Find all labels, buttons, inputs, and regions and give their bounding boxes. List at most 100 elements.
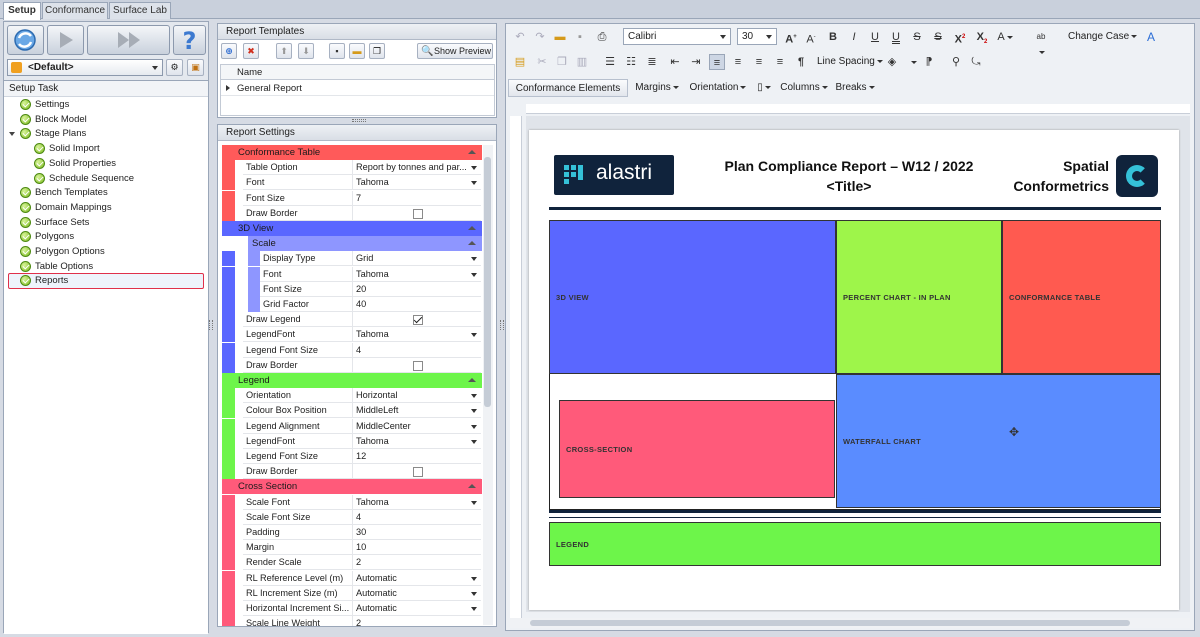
bold-icon[interactable]: B bbox=[825, 29, 841, 45]
sidebar-item-stage-plans[interactable]: Stage Plans bbox=[4, 127, 208, 141]
chevron-down-icon[interactable] bbox=[471, 394, 477, 399]
horizontal-ruler[interactable] bbox=[526, 104, 1190, 114]
layout-block-conformance[interactable]: CONFORMANCE TABLE bbox=[1002, 220, 1161, 374]
property-value[interactable]: 20 bbox=[353, 282, 481, 297]
italic-icon[interactable]: I bbox=[846, 29, 862, 45]
chevron-down-icon[interactable] bbox=[471, 607, 477, 611]
align-right-icon[interactable]: ≡ bbox=[751, 54, 767, 70]
change-case-menu[interactable]: Change Case bbox=[1068, 31, 1138, 42]
property-value[interactable]: 10 bbox=[353, 540, 481, 556]
chevron-down-icon[interactable] bbox=[471, 409, 477, 414]
font-size-select[interactable]: 30 bbox=[737, 28, 777, 45]
property-row[interactable]: Font Tahoma bbox=[222, 175, 482, 191]
tab-setup[interactable]: Setup bbox=[3, 2, 41, 20]
property-row[interactable]: Grid Factor 40 bbox=[222, 297, 482, 312]
chevron-down-icon[interactable] bbox=[471, 500, 477, 505]
superscript-icon[interactable]: X2 bbox=[952, 29, 968, 46]
layout-block-cross[interactable]: CROSS-SECTION bbox=[559, 400, 835, 498]
collapse-icon[interactable] bbox=[468, 226, 476, 230]
property-row[interactable]: Scale Font Tahoma bbox=[222, 494, 482, 510]
layout-block-percent[interactable]: PERCENT CHART - IN PLAN bbox=[836, 220, 1002, 374]
property-row[interactable]: Scale Line Weight 2 bbox=[222, 616, 482, 626]
property-row[interactable]: Scale Font Size 4 bbox=[222, 509, 482, 525]
cut-icon[interactable]: ✂ bbox=[534, 54, 550, 70]
copy-template-button[interactable]: ❐ bbox=[369, 43, 385, 59]
profile-select[interactable]: <Default> bbox=[7, 59, 163, 76]
play-button[interactable] bbox=[47, 25, 84, 55]
shading-dropdown-icon[interactable] bbox=[905, 54, 921, 70]
chevron-down-icon[interactable] bbox=[471, 439, 477, 444]
collapse-icon[interactable] bbox=[468, 378, 476, 382]
property-value[interactable]: Report by tonnes and par... bbox=[353, 160, 481, 176]
chevron-down-icon[interactable] bbox=[471, 424, 477, 429]
property-value[interactable]: 30 bbox=[353, 525, 481, 540]
move-down-button[interactable]: ⬇ bbox=[298, 43, 314, 59]
paste-icon[interactable]: ▤ bbox=[512, 54, 528, 70]
shrink-font-icon[interactable]: A- bbox=[803, 29, 819, 46]
property-row[interactable]: Draw Border bbox=[222, 205, 482, 221]
scrollbar-thumb[interactable] bbox=[530, 620, 1130, 626]
vertical-ruler[interactable] bbox=[510, 116, 522, 618]
property-row[interactable]: Display Type Grid bbox=[222, 251, 482, 267]
checkbox[interactable] bbox=[413, 208, 423, 219]
settings-button[interactable]: ⚙ bbox=[166, 59, 183, 76]
checkbox[interactable] bbox=[413, 467, 423, 478]
delete-template-button[interactable]: ✖ bbox=[243, 43, 259, 59]
fast-forward-button[interactable] bbox=[87, 25, 170, 55]
layout-block-waterfall[interactable]: WATERFALL CHART bbox=[836, 374, 1161, 508]
undo-icon[interactable]: ↶ bbox=[512, 29, 528, 45]
property-value[interactable]: Tahoma bbox=[353, 327, 481, 343]
property-value[interactable]: MiddleLeft bbox=[353, 403, 481, 419]
property-row[interactable]: LegendFont Tahoma bbox=[222, 327, 482, 343]
columns-menu[interactable]: Columns bbox=[778, 79, 830, 97]
subcategory-scale[interactable]: Scale bbox=[248, 236, 482, 252]
property-value[interactable]: Tahoma bbox=[353, 434, 481, 449]
align-left-icon[interactable]: ≡ bbox=[709, 54, 725, 70]
table-row[interactable]: General Report bbox=[221, 81, 494, 96]
collapse-icon[interactable] bbox=[468, 241, 476, 246]
grow-font-icon[interactable]: A+ bbox=[783, 29, 799, 46]
sidebar-item-domain-mappings[interactable]: Domain Mappings bbox=[4, 201, 208, 215]
open-icon[interactable]: ▬ bbox=[552, 29, 568, 45]
multilevel-list-icon[interactable]: ≣ bbox=[644, 54, 660, 70]
property-value[interactable]: Horizontal bbox=[353, 388, 481, 404]
property-row[interactable]: Font Size 20 bbox=[222, 281, 482, 297]
copy-icon[interactable]: ❐ bbox=[554, 54, 570, 70]
property-value[interactable]: MiddleCenter bbox=[353, 419, 481, 434]
breaks-menu[interactable]: Breaks bbox=[834, 79, 876, 97]
subscript-icon[interactable]: X2 bbox=[974, 29, 990, 45]
font-name-select[interactable]: Calibri bbox=[623, 28, 731, 45]
property-scrollbar[interactable] bbox=[483, 145, 493, 625]
sidebar-item-solid-properties[interactable]: Solid Properties bbox=[4, 157, 208, 171]
property-row[interactable]: RL Increment Size (m) Automatic bbox=[222, 585, 482, 601]
property-value[interactable]: Automatic bbox=[353, 601, 481, 616]
property-row[interactable]: Margin 10 bbox=[222, 540, 482, 556]
property-value[interactable]: 4 bbox=[353, 343, 481, 358]
property-row[interactable]: Draw Border bbox=[222, 464, 482, 480]
align-center-icon[interactable]: ≡ bbox=[730, 54, 746, 70]
open-template-button[interactable]: ▬ bbox=[349, 43, 365, 59]
redo-icon[interactable]: ↷ bbox=[532, 29, 548, 45]
splitter-handle[interactable] bbox=[500, 320, 504, 330]
property-row[interactable]: RL Reference Level (m) Automatic bbox=[222, 570, 482, 586]
property-value[interactable]: Tahoma bbox=[353, 495, 481, 510]
property-value[interactable]: Tahoma bbox=[353, 175, 481, 191]
sidebar-item-polygons[interactable]: Polygons bbox=[4, 230, 208, 244]
font-color-icon[interactable]: A bbox=[997, 29, 1013, 45]
checkbox[interactable] bbox=[413, 315, 423, 326]
sidebar-item-settings[interactable]: Settings bbox=[4, 98, 208, 112]
sidebar-item-block-model[interactable]: Block Model bbox=[4, 113, 208, 127]
page-size-menu[interactable]: ▯ bbox=[752, 79, 776, 97]
sidebar-item-polygon-options[interactable]: Polygon Options bbox=[4, 245, 208, 259]
property-value[interactable]: Tahoma bbox=[353, 267, 481, 282]
layout-block-legend[interactable]: LEGEND bbox=[549, 522, 1161, 566]
sidebar-item-bench-templates[interactable]: Bench Templates bbox=[4, 186, 208, 200]
bullets-icon[interactable]: ☰ bbox=[602, 54, 618, 70]
sidebar-item-table-options[interactable]: Table Options bbox=[4, 260, 208, 274]
property-row[interactable]: Horizontal Increment Si... Automatic bbox=[222, 601, 482, 616]
category-3d-view[interactable]: 3D View bbox=[222, 221, 482, 236]
save-template-button[interactable]: ▪ bbox=[329, 43, 345, 59]
property-row[interactable]: Colour Box Position MiddleLeft bbox=[222, 403, 482, 419]
category-conformance-table[interactable]: Conformance Table bbox=[222, 145, 482, 160]
property-row[interactable]: Draw Border bbox=[222, 357, 482, 373]
